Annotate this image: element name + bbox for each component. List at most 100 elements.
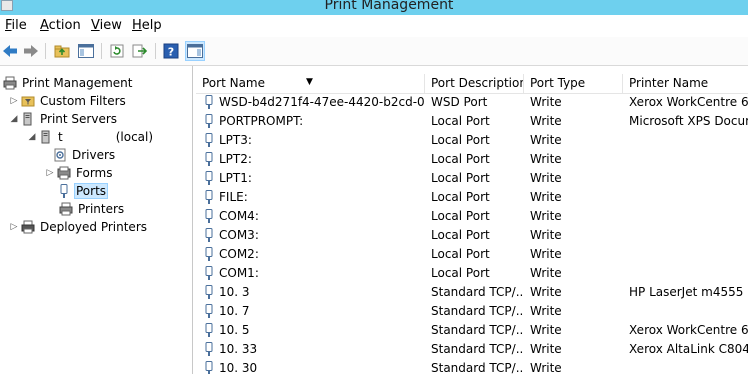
column-header-port-description[interactable]: Port Description — [425, 74, 524, 93]
tree-item-drivers[interactable]: Drivers — [52, 146, 115, 164]
printer-name-cell — [623, 302, 748, 321]
expand-icon[interactable]: ▷ — [44, 168, 56, 178]
printer-name-cell: HP LaserJet m4555 MFP — [629, 285, 748, 299]
printer-name-cell — [623, 226, 748, 245]
port-type-cell: Write — [530, 133, 562, 147]
window-title: Print Management — [324, 0, 454, 13]
port-type-cell: Write — [530, 152, 562, 166]
port-description-cell: Local Port — [431, 209, 490, 223]
port-description-cell: Local Port — [431, 190, 490, 204]
list-header: Port Name ▼ Port Description Port Type P… — [196, 74, 748, 94]
tree-item-local-server[interactable]: ◢ t (local) — [26, 128, 154, 146]
printer-name-cell: Xerox AltaLink C8045 ( — [629, 342, 748, 356]
port-description-cell: Standard TCP/... — [431, 285, 524, 299]
expand-icon[interactable]: ▷ — [8, 222, 20, 232]
column-header-port-type[interactable]: Port Type — [524, 74, 623, 93]
printer-name-cell — [623, 131, 748, 150]
print-servers-icon — [20, 112, 36, 126]
table-row[interactable]: 10. 7 Standard TCP/... Write — [196, 302, 748, 321]
table-row[interactable]: 10. 3 Standard TCP/... Write HP LaserJet m4… — [196, 283, 748, 302]
svg-text:?: ? — [168, 46, 174, 59]
collapse-icon[interactable]: ◢ — [8, 114, 20, 124]
table-row[interactable]: COM3: Local Port Write — [196, 226, 748, 245]
table-row[interactable]: 10. 30 Standard TCP/... Write — [196, 359, 748, 374]
port-name-cell: COM2: — [219, 247, 259, 261]
tree-item-print-management[interactable]: Print Management — [2, 74, 132, 92]
table-row[interactable]: WSD-b4d271f4-47ee-4420-b2cd-082... WSD Po… — [196, 93, 748, 112]
column-header-printer-name[interactable]: Printer Name — [623, 74, 748, 93]
printer-name-cell: Microsoft XPS Document — [629, 114, 748, 128]
table-row[interactable]: COM1: Local Port Write — [196, 264, 748, 283]
port-name-cell: 10. 7 — [219, 304, 250, 318]
port-name-cell: 10. 3 — [219, 285, 250, 299]
menu-action[interactable]: Action — [40, 18, 81, 33]
table-row[interactable]: LPT2: Local Port Write — [196, 150, 748, 169]
deployed-printers-icon — [20, 220, 36, 234]
port-name-cell: COM4: — [219, 209, 259, 223]
tree-item-ports[interactable]: Ports — [56, 182, 109, 200]
table-row[interactable]: 10. 33 Standard TCP/... Write Xerox AltaLin… — [196, 340, 748, 359]
port-description-cell: Standard TCP/... — [431, 304, 524, 318]
port-icon — [56, 183, 72, 198]
tree-item-custom-filters[interactable]: ▷ Custom Filters — [8, 92, 126, 110]
port-name-cell: 10. 33 — [219, 342, 258, 356]
action-pane-icon[interactable] — [185, 41, 205, 61]
up-folder-icon[interactable] — [53, 42, 71, 60]
port-description-cell: Local Port — [431, 228, 490, 242]
port-type-cell: Write — [530, 95, 562, 109]
forms-icon — [56, 166, 72, 180]
port-name-cell: PORTPROMPT: — [219, 114, 304, 128]
port-name-cell: FILE: — [219, 190, 248, 204]
port-name-cell: LPT1: — [219, 171, 252, 185]
menu-view[interactable]: View — [91, 18, 122, 33]
menu-help[interactable]: Help — [132, 18, 162, 33]
port-description-cell: Standard TCP/... — [431, 323, 524, 337]
show-hide-tree-icon[interactable] — [77, 42, 95, 60]
port-description-cell: Local Port — [431, 171, 490, 185]
refresh-icon[interactable] — [108, 42, 126, 60]
ports-list: Port Name ▼ Port Description Port Type P… — [196, 66, 748, 374]
printer-name-cell: Xerox WorkCentre 6515 — [629, 95, 748, 109]
export-list-icon[interactable] — [131, 42, 149, 60]
printer-name-cell — [623, 359, 748, 374]
toolbar: ? — [0, 37, 748, 66]
forward-icon[interactable] — [22, 42, 40, 60]
printer-name-cell — [623, 188, 748, 207]
table-row[interactable]: LPT3: Local Port Write — [196, 131, 748, 150]
printer-name-cell — [623, 150, 748, 169]
menu-file[interactable]: File — [5, 18, 27, 33]
title-bar: Print Management — [0, 0, 748, 15]
tree-item-deployed-printers[interactable]: ▷ Deployed Printers — [8, 218, 147, 236]
table-row[interactable]: PORTPROMPT: Local Port Write Microsoft XPS … — [196, 112, 748, 131]
port-type-cell: Write — [530, 114, 562, 128]
port-name-cell: COM1: — [219, 266, 259, 280]
expand-icon[interactable]: ▷ — [8, 96, 20, 106]
port-type-cell: Write — [530, 247, 562, 261]
port-name-cell: 10. 5 — [219, 323, 250, 337]
port-type-cell: Write — [530, 266, 562, 280]
table-row[interactable]: COM4: Local Port Write — [196, 207, 748, 226]
port-type-cell: Write — [530, 285, 562, 299]
printer-name-cell: Xerox WorkCentre 6505 — [629, 323, 748, 337]
printer-name-cell — [623, 207, 748, 226]
navigation-tree: Print Management ▷ Custom Filters ◢ Prin… — [0, 66, 193, 374]
menu-bar: File Action View Help — [0, 15, 748, 37]
port-description-cell: Local Port — [431, 114, 490, 128]
help-icon[interactable]: ? — [162, 42, 180, 60]
filter-folder-icon — [20, 94, 36, 108]
port-name-cell: 10. 30 — [219, 361, 258, 374]
port-description-cell: Local Port — [431, 152, 490, 166]
table-row[interactable]: COM2: Local Port Write — [196, 245, 748, 264]
back-icon[interactable] — [1, 42, 19, 60]
tree-item-print-servers[interactable]: ◢ Print Servers — [8, 110, 118, 128]
table-row[interactable]: FILE: Local Port Write — [196, 188, 748, 207]
port-type-cell: Write — [530, 228, 562, 242]
tree-item-printers[interactable]: Printers — [58, 200, 124, 218]
collapse-icon[interactable]: ◢ — [26, 132, 38, 142]
tree-item-forms[interactable]: ▷ Forms — [44, 164, 113, 182]
server-icon — [38, 130, 54, 144]
table-row[interactable]: 10. 5 Standard TCP/... Write Xerox WorkCent… — [196, 321, 748, 340]
column-header-port-name[interactable]: Port Name ▼ — [196, 74, 425, 93]
table-row[interactable]: LPT1: Local Port Write — [196, 169, 748, 188]
port-description-cell: Standard TCP/... — [431, 342, 524, 356]
